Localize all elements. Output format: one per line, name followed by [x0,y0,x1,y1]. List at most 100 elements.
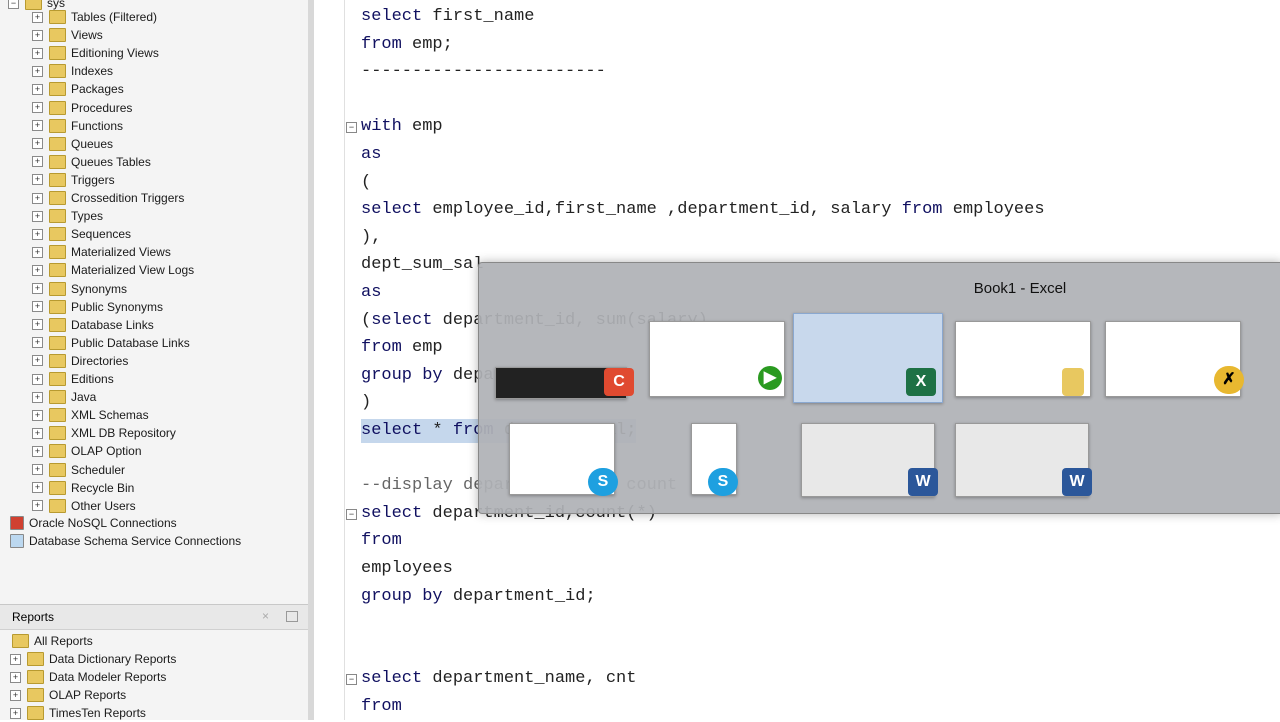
tree-node[interactable]: + Recycle Bin [32,479,134,497]
fold-icon[interactable]: − [346,508,357,520]
expand-icon[interactable]: + [32,138,43,150]
expand-icon[interactable]: + [10,707,21,719]
expand-icon[interactable]: + [32,391,43,403]
report-node[interactable]: + Data Dictionary Reports [10,650,176,668]
tree-node[interactable]: + Synonyms [32,280,127,298]
window-thumb-sqldeveloper[interactable]: ▶ [649,321,785,397]
code-line[interactable]: as [361,143,381,167]
tree-node[interactable]: + Materialized View Logs [32,261,194,279]
expand-icon[interactable]: + [10,689,21,701]
code-line[interactable]: from [361,529,402,553]
expand-icon[interactable]: + [32,83,43,95]
tree-node[interactable]: + Queues Tables [32,153,151,171]
tree-node[interactable]: + Triggers [32,171,115,189]
code-line[interactable]: select employee_id,first_name ,departmen… [361,198,1045,222]
expand-icon[interactable]: + [32,102,43,113]
code-line[interactable]: select first_name [361,5,534,29]
code-line[interactable]: from emp; [361,33,453,57]
expand-icon[interactable]: + [32,120,43,132]
tree-node[interactable]: + Public Database Links [32,334,190,352]
window-thumb-camtasia[interactable]: C [495,367,634,399]
expand-icon[interactable]: + [32,246,43,258]
expand-icon[interactable]: + [32,283,43,294]
expand-icon[interactable]: + [32,65,43,77]
expand-icon[interactable]: + [32,301,43,313]
tree-node[interactable]: + Packages [32,80,124,98]
minimize-icon[interactable] [286,611,298,622]
window-thumb-excel[interactable]: X [793,313,943,403]
close-icon[interactable]: × [262,609,269,623]
expand-icon[interactable]: + [32,337,43,349]
code-line[interactable]: group by department_id; [361,585,596,609]
connection-node[interactable]: Oracle NoSQL Connections [10,514,177,532]
tree-node[interactable]: + Editioning Views [32,44,159,62]
expand-icon[interactable]: + [32,409,43,421]
expand-icon[interactable]: + [32,264,43,276]
window-thumb-skype-2[interactable]: S [691,423,738,496]
expand-icon[interactable]: + [32,210,43,222]
code-line[interactable]: ), [361,226,381,250]
tree-node[interactable]: + Materialized Views [32,243,171,261]
expand-icon[interactable]: + [32,156,43,168]
tree-node[interactable]: + XML Schemas [32,406,149,424]
tree-node[interactable]: + Editions [32,370,114,388]
code-line[interactable]: dept_sum_sal [361,253,483,277]
expand-icon[interactable]: + [32,29,43,41]
tree-node[interactable]: + Procedures [32,99,132,117]
fold-icon[interactable]: − [346,122,357,134]
expand-icon[interactable]: + [32,192,43,204]
code-line[interactable]: with emp [361,115,443,139]
expand-icon[interactable]: + [32,482,43,494]
expand-icon[interactable]: + [32,228,43,240]
code-line[interactable]: from [361,695,402,719]
expand-icon[interactable]: + [10,671,21,683]
tree-node[interactable]: + Types [32,207,103,225]
expand-icon[interactable]: + [32,355,43,367]
tree-node[interactable]: + OLAP Option [32,442,142,460]
expand-icon[interactable]: + [32,174,43,186]
connection-node[interactable]: Database Schema Service Connections [10,532,241,550]
collapse-icon[interactable]: − [8,0,19,9]
window-thumb-explorer[interactable] [955,321,1091,397]
code-line[interactable]: as [361,281,381,305]
expand-icon[interactable]: + [32,373,43,385]
tree-node[interactable]: + Functions [32,117,123,135]
code-line[interactable]: ( [361,171,371,195]
code-line[interactable]: employees [361,557,453,581]
report-node[interactable]: All Reports [12,632,93,650]
expand-icon[interactable]: + [32,47,43,59]
expand-icon[interactable]: + [32,464,43,475]
tree-node[interactable]: + Indexes [32,62,113,80]
tree-node[interactable]: + Database Links [32,316,154,334]
tree-node[interactable]: + Tables (Filtered) [32,8,157,26]
tree-node[interactable]: + Other Users [32,497,136,515]
window-thumb-word-2[interactable]: W [955,423,1092,497]
expand-icon[interactable]: + [32,500,43,512]
window-thumb-app[interactable]: ✗ [1105,321,1244,397]
expand-icon[interactable]: + [32,319,43,331]
report-node[interactable]: + Data Modeler Reports [10,668,166,686]
tree-node[interactable]: + Queues [32,135,113,153]
window-thumb-skype[interactable]: S [509,423,618,496]
code-line[interactable]: select department_name, cnt [361,667,636,691]
report-node[interactable]: + OLAP Reports [10,686,126,704]
folder-icon [49,353,66,368]
expand-icon[interactable]: + [32,427,43,439]
fold-icon[interactable]: − [346,674,357,686]
tree-node[interactable]: + Sequences [32,225,131,243]
code-line[interactable]: ------------------------ [361,60,606,84]
tree-node[interactable]: + Scheduler [32,461,125,479]
tree-node[interactable]: + Directories [32,352,128,370]
tree-node[interactable]: + Crossedition Triggers [32,189,184,207]
window-thumb-word[interactable]: W [801,423,938,497]
expand-icon[interactable]: + [10,653,21,665]
code-line[interactable]: from emp [361,336,443,360]
tree-node[interactable]: + XML DB Repository [32,424,176,442]
tree-node[interactable]: + Java [32,388,96,406]
tree-node[interactable]: + Public Synonyms [32,298,163,316]
tree-node[interactable]: + Views [32,26,103,44]
code-line[interactable]: ) [361,391,371,415]
report-node[interactable]: + TimesTen Reports [10,704,146,722]
expand-icon[interactable]: + [32,11,43,23]
expand-icon[interactable]: + [32,445,43,457]
